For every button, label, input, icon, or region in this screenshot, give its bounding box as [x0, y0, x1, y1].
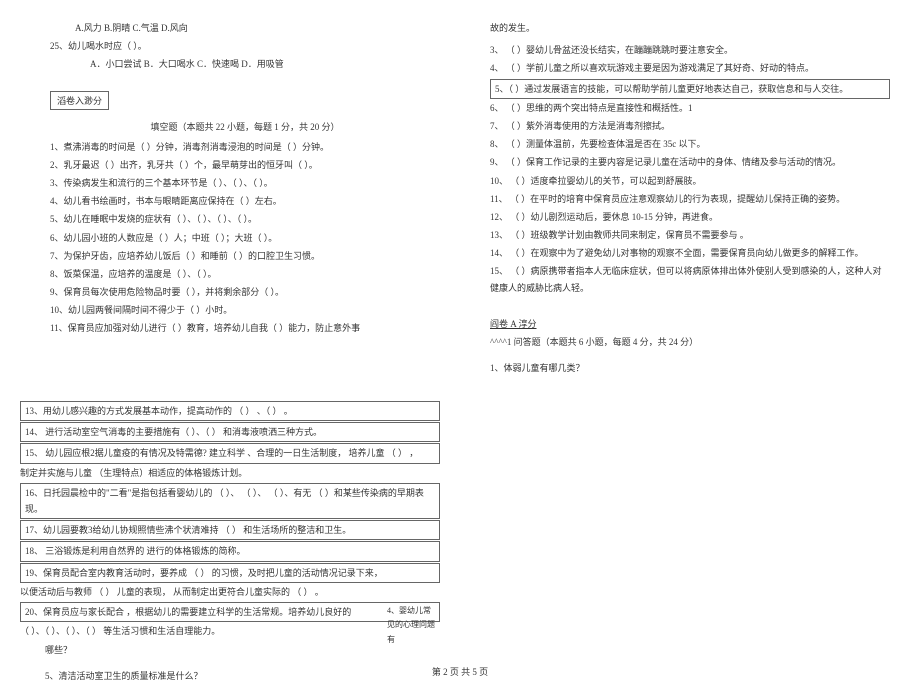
- judgment-item: 15、 （ ）病原携带者指本人无临床症状，但可以将病原体排出体外使别人受到感染的…: [490, 263, 890, 295]
- judgment-item: 12、 （ ）幼儿剧烈运动后，要休息 10-15 分钟，再进食。: [490, 209, 890, 225]
- qa-section: 阎卷 A 淳分 ^^^^1 问答题（本题共 6 小题，每题 4 分，共 24 分…: [490, 316, 890, 377]
- judgment-item: 14、 （ ）在观察中为了避免幼儿对事物的观察不全面，需要保育员向幼儿做更多的解…: [490, 245, 890, 261]
- lower-item: 18、 三浴锻炼是利用自然界的 进行的体格锻炼的简称。: [20, 541, 440, 561]
- judgment-item: 7、 （ ）紫外消毒使用的方法是消毒剂擦拭。: [490, 118, 890, 134]
- judgment-item: 11、 （ ）在平时的培育中保育员应注意观察幼儿的行为表现，提醒幼儿保持正确的姿…: [490, 191, 890, 207]
- q25-options: A．小口尝试 B．大口喝水 C．快速喝 D．用吸管: [50, 56, 440, 72]
- judgment-item: 8、 （ ）测量体温前，先要检查体温是否在 35c 以下。: [490, 136, 890, 152]
- section3-title: 阎卷 A 淳分: [490, 316, 890, 332]
- continuation-text: 故的发生。: [490, 20, 890, 36]
- lower-item: 以便活动后与教师 （ ） 儿童的表现， 从而制定出更符合儿童实际的 （ ） 。: [20, 584, 440, 600]
- lower-item-text: 20、保育员应与家长配合 ，根据幼儿的需要建立科学的生活常规。培养幼儿良好的: [25, 607, 351, 617]
- lower-item: 16、日托园晨检中的"二看"是指包括看婴幼儿的 （ ）、 （ ）、 （ ）、有无…: [20, 483, 440, 519]
- lower-item: 15、 幼儿园应根2据儿童疫的有情况及特需德? 建立科学 、合理的一日生活制度，…: [20, 443, 440, 463]
- section2-title: 滔卷入渺分: [50, 91, 109, 110]
- fill-blank-list: 1、煮沸消毒的时间是（ ）分钟，消毒剂消毒浸泡的时间是（ ）分钟。 2、乳牙最迟…: [50, 139, 440, 337]
- q24-options: A.风力 B.阴晴 C.气温 D.风向: [50, 20, 440, 36]
- q-which: 哪些？: [20, 642, 440, 658]
- fill-item: 3、传染病发生和流行的三个基本环节是（ ）、（ ）、（ ）。: [50, 175, 440, 191]
- judgment-item: 9、 （ ）保育工作记录的主要内容是记录儿童在活动中的身体、情绪及参与活动的情况…: [490, 154, 890, 170]
- judgment-item: 5、（ ）通过发展语言的技能，可以帮助学前儿童更好地表达自己，获取信息和与人交往…: [490, 79, 890, 99]
- fill-item: 10、幼儿园两餐间隔时间不得少于（ ）小时。: [50, 302, 440, 318]
- lower-item: 17、幼儿园要教3给幼儿协规照情些沸个状清难持 （ ） 和生活场所的整洁和卫生。: [20, 520, 440, 540]
- fill-item: 1、煮沸消毒的时间是（ ）分钟，消毒剂消毒浸泡的时间是（ ）分钟。: [50, 139, 440, 155]
- judgment-item: 6、 （ ）思维的两个突出特点是直接性和概括性。1: [490, 100, 890, 116]
- lower-item: （ ）、（ ）、（ ）、（ ） 等生活习惯和生活自理能力。: [20, 623, 440, 639]
- page-footer: 第 2 页 共 5 页: [0, 665, 920, 678]
- fill-item: 2、乳牙最迟（ ）出齐，乳牙共（ ）个，最早萌芽出的恒牙叫（ ）。: [50, 157, 440, 173]
- lower-item: 13、用幼儿感兴趣的方式发展基本动作，提高动作的 （ ） 、（ ） 。: [20, 401, 440, 421]
- lower-item: 14、 进行活动室空气消毒的主要措施有（ ）、（ ） 和消毒液喷洒三种方式。: [20, 422, 440, 442]
- q25-stem: 25、幼儿喝水时应（ ）。: [50, 38, 440, 54]
- lower-item: 19、保育员配合室内教育活动时，要养成 （ ） 的习惯，及时把儿童的活动情况记录…: [20, 563, 440, 583]
- fill-item: 5、幼儿在睡眠中发烧的症状有（ ）、（ ）、（ ）、（ ）。: [50, 211, 440, 227]
- judgment-item: 3、 （ ）婴幼儿骨盆还没长结实，在蹦蹦跳跳时要注意安全。: [490, 42, 890, 58]
- lower-left-block: 13、用幼儿感兴趣的方式发展基本动作，提高动作的 （ ） 、（ ） 。 14、 …: [0, 400, 460, 687]
- fill-item: 6、幼儿园小班的人数应是（ ）人；中班（ ）；大班（ ）。: [50, 230, 440, 246]
- qa-q1: 1、体弱儿童有哪几类？: [490, 360, 890, 376]
- judgment-list: 3、 （ ）婴幼儿骨盆还没长结实，在蹦蹦跳跳时要注意安全。 4、 （ ）学前儿童…: [490, 42, 890, 296]
- fill-item: 9、保育员每次使用危险物品时要（ ），并将剩余部分（ ）。: [50, 284, 440, 300]
- section2-subtitle: 填空题（本题共 22 小题，每题 1 分，共 20 分）: [50, 120, 440, 133]
- fill-item: 7、为保护牙齿，应培养幼儿饭后（ ）和睡前（ ）的口腔卫生习惯。: [50, 248, 440, 264]
- fill-item: 8、饭菜保温，应培养的温度是（ ）、（ ）。: [50, 266, 440, 282]
- fill-item: 11、保育员应加强对幼儿进行（ ）教育，培养幼儿自我（ ）能力，防止意外事: [50, 320, 440, 336]
- judgment-item: 13、 （ ）班级教学计划由教师共同来制定，保育员不需要参与 。: [490, 227, 890, 243]
- lower-item: 制定并实施与儿童 （生理特点）相适应的体格锻炼计划。: [20, 465, 440, 481]
- judgment-item: 10、 （ ）适度牵拉婴幼儿的关节，可以起到舒展肢。: [490, 173, 890, 189]
- judgment-item: 4、 （ ）学前儿童之所以喜欢玩游戏主要是因为游戏满足了其好奇、好动的特点。: [490, 60, 890, 76]
- fill-item: 4、幼儿看书绘画时，书本与眼睛距离应保持在（ ）左右。: [50, 193, 440, 209]
- lower-item: 20、保育员应与家长配合 ，根据幼儿的需要建立科学的生活常规。培养幼儿良好的 4…: [20, 602, 440, 622]
- section3-subtitle: ^^^^1 问答题（本题共 6 小题，每题 4 分，共 24 分）: [490, 334, 890, 350]
- right-column: 故的发生。 3、 （ ）婴幼儿骨盆还没长结实，在蹦蹦跳跳时要注意安全。 4、 （…: [460, 0, 920, 686]
- q4-right-note: 4、婴幼儿常见的心理问题有: [387, 604, 435, 647]
